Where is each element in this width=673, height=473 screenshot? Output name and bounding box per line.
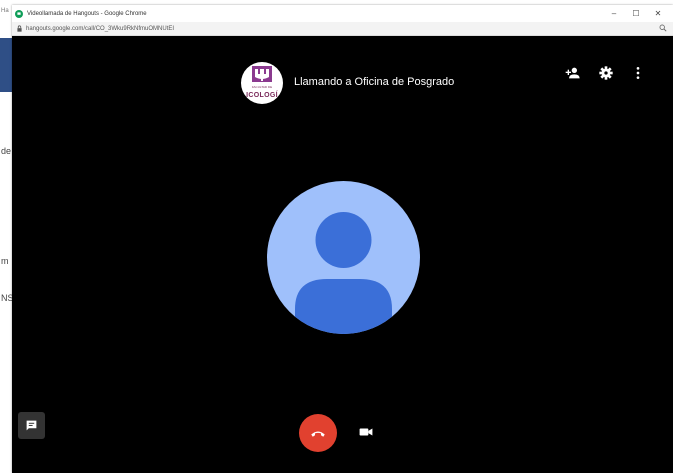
more-vert-icon[interactable] xyxy=(630,65,646,81)
maximize-button[interactable]: ☐ xyxy=(625,9,647,18)
gear-icon[interactable] xyxy=(598,65,614,81)
video-camera-icon[interactable] xyxy=(359,426,373,438)
hangouts-window: Videollamada de Hangouts - Google Chrome… xyxy=(12,5,673,473)
chat-icon xyxy=(26,420,37,431)
address-bar[interactable]: hangouts.google.com/call/CO_3Wku9RkNfmuO… xyxy=(12,22,673,36)
window-title: Videollamada de Hangouts - Google Chrome xyxy=(27,10,147,17)
hangouts-favicon-icon xyxy=(15,9,23,18)
call-area: FACULTAD DE ICOLOGÍ Llamando a Oficina d… xyxy=(12,36,673,473)
background-text: m xyxy=(1,256,9,266)
chat-button[interactable] xyxy=(18,412,45,439)
minimize-button[interactable]: – xyxy=(603,9,625,18)
caller-logo: FACULTAD DE ICOLOGÍ xyxy=(241,62,283,104)
background-page: Ha de m NS xyxy=(0,0,14,473)
logo-subtext: FACULTAD DE xyxy=(251,85,273,89)
lock-icon xyxy=(17,25,22,32)
background-text: de xyxy=(1,146,12,156)
add-person-icon[interactable] xyxy=(565,65,581,81)
window-controls: – ☐ ✕ xyxy=(603,5,669,22)
avatar xyxy=(267,181,420,334)
hangup-icon xyxy=(311,431,325,437)
hangup-button[interactable] xyxy=(299,414,337,452)
title-bar[interactable]: Videollamada de Hangouts - Google Chrome… xyxy=(12,5,673,22)
background-banner xyxy=(0,38,12,92)
url-text[interactable]: hangouts.google.com/call/CO_3Wku9RkNfmuO… xyxy=(26,26,174,32)
background-text: Ha xyxy=(1,8,9,14)
call-status-text: Llamando a Oficina de Posgrado xyxy=(294,76,455,88)
zoom-icon[interactable] xyxy=(659,24,667,32)
logo-text: ICOLOGÍ xyxy=(246,92,278,99)
person-icon xyxy=(295,212,392,334)
close-button[interactable]: ✕ xyxy=(647,9,669,18)
